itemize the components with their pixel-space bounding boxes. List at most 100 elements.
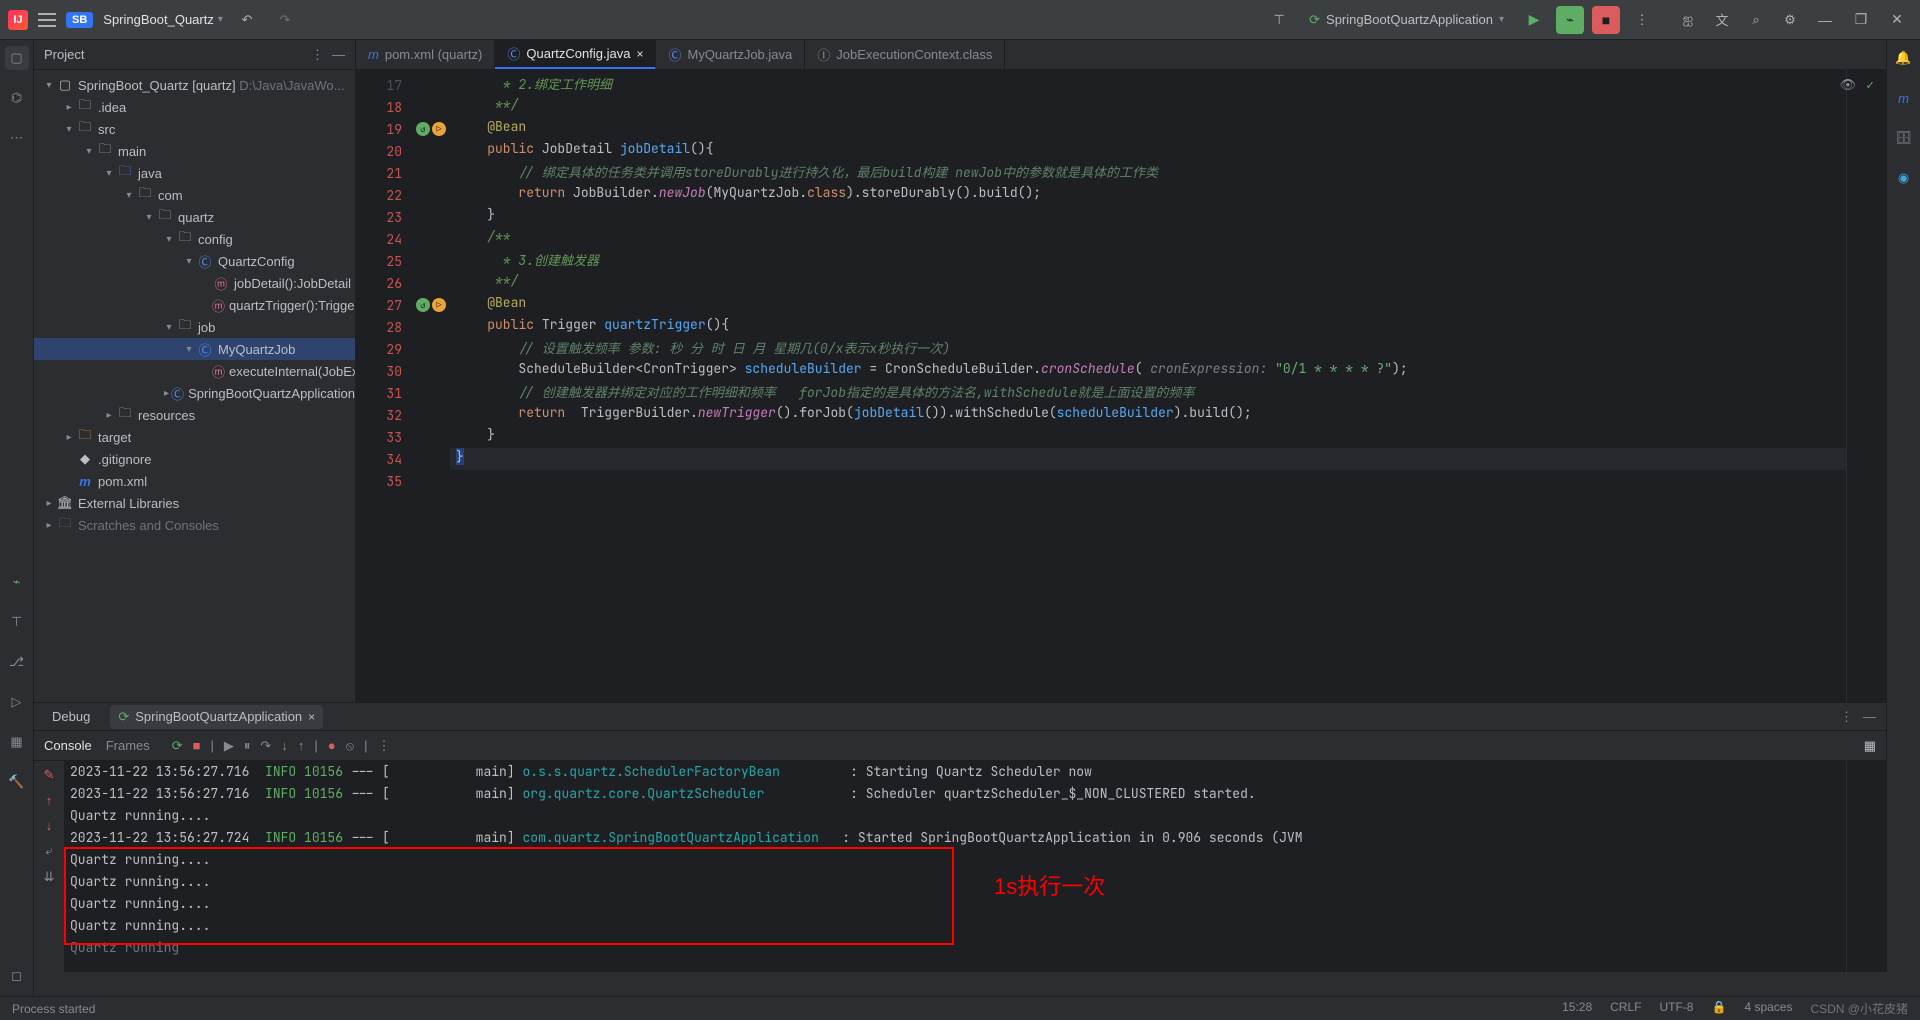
resume-icon[interactable]: ▶ [224, 738, 234, 754]
console-tab[interactable]: Console [44, 738, 92, 753]
tree-extlib[interactable]: ▸🏛External Libraries [34, 492, 355, 514]
structure-tool-icon[interactable]: ⌬ [5, 86, 29, 110]
close-icon[interactable]: × [636, 47, 643, 61]
panel-collapse-icon[interactable]: ⋮ [311, 47, 324, 63]
step-into-icon[interactable]: ↓ [281, 738, 288, 753]
search-icon[interactable]: ⌕ [1742, 6, 1770, 34]
debug-button[interactable]: ⌁ [1556, 6, 1584, 34]
build-icon[interactable]: 🔨 [5, 770, 29, 794]
project-selector[interactable]: SpringBoot_Quartz▾ [103, 12, 223, 27]
status-encoding[interactable]: UTF-8 [1659, 1000, 1693, 1017]
reader-mode-icon[interactable]: 👁 [1840, 76, 1857, 93]
wrap-icon[interactable]: ⤶ [45, 843, 52, 859]
tree-resources[interactable]: ▸🗀resources [34, 404, 355, 426]
tree-java[interactable]: ▾🗀java [34, 162, 355, 184]
git-icon[interactable]: ⎇ [5, 650, 29, 674]
minimize-button[interactable]: — [1810, 6, 1840, 34]
maven-icon[interactable]: m [1892, 86, 1916, 110]
run-button[interactable]: ▶ [1520, 6, 1548, 34]
redo-icon[interactable]: ↷ [271, 6, 299, 34]
tree-src[interactable]: ▾🗀src [34, 118, 355, 140]
undo-icon[interactable]: ↶ [233, 6, 261, 34]
services-icon[interactable]: ▦ [5, 730, 29, 754]
tree-scratches[interactable]: ▸🗀Scratches and Consoles [34, 514, 355, 536]
nav-gutter-icon[interactable]: ▷ [432, 122, 446, 136]
tab-pom[interactable]: mpom.xml (quartz) [356, 40, 495, 69]
tree-jobdetail[interactable]: ⓜjobDetail():JobDetail [34, 272, 355, 294]
debug-hide-icon[interactable]: — [1863, 709, 1876, 725]
gutter: 17181920212223242526272829303132333435 [356, 70, 416, 702]
rerun-icon[interactable]: ⟳ [172, 738, 183, 754]
code-editor[interactable]: 17181920212223242526272829303132333435 ↺… [356, 70, 1886, 702]
step-out-icon[interactable]: ↑ [298, 738, 305, 753]
tree-root[interactable]: ▾▢SpringBoot_Quartz [quartz] D:\Java\Jav… [34, 74, 355, 96]
tree-execinternal[interactable]: ⓜexecuteInternal(JobExe [34, 360, 355, 382]
more-icon[interactable]: ⋮ [1628, 6, 1656, 34]
up-icon[interactable]: ↑ [46, 793, 53, 808]
debug-session-tab[interactable]: ⟳SpringBootQuartzApplication× [110, 705, 323, 729]
minimap[interactable] [1846, 70, 1886, 702]
tree-quartz[interactable]: ▾🗀quartz [34, 206, 355, 228]
close-button[interactable]: ✕ [1882, 6, 1912, 34]
mute-bp-icon[interactable]: ⦸ [346, 738, 354, 754]
sep: | [364, 738, 367, 753]
stop-button[interactable]: ■ [1592, 6, 1620, 34]
stop-icon[interactable]: ■ [193, 738, 201, 753]
tab-jobctx[interactable]: ⒾJobExecutionContext.class [805, 40, 1005, 69]
notifications-icon[interactable]: 🔔 [1892, 46, 1916, 70]
tab-myquartzjob[interactable]: ⒸMyQuartzJob.java [656, 40, 805, 69]
project-tree[interactable]: ▾▢SpringBoot_Quartz [quartz] D:\Java\Jav… [34, 70, 355, 702]
right-tool-strip: 🔔 m 🗄 ◉ [1886, 40, 1920, 972]
tree-app[interactable]: ▸ⒸSpringBootQuartzApplication [34, 382, 355, 404]
scroll-icon[interactable]: ⇊ [44, 869, 55, 885]
main-menu-icon[interactable] [38, 13, 56, 27]
debug-tool-icon[interactable]: ⌁ [5, 570, 29, 594]
tree-job[interactable]: ▾🗀job [34, 316, 355, 338]
bean-gutter-icon[interactable]: ↺ [416, 122, 430, 136]
layout-icon[interactable]: ▦ [1864, 738, 1876, 754]
debug-more-icon[interactable]: ⋮ [1840, 709, 1853, 725]
inspection-ok-icon[interactable]: ✓ [1866, 76, 1874, 93]
bean-gutter-icon[interactable]: ↺ [416, 298, 430, 312]
problems-icon[interactable]: ◻ [5, 964, 29, 988]
breakpoints-icon[interactable]: ● [328, 738, 336, 753]
pause-icon[interactable]: ⏸ [244, 738, 251, 754]
tab-quartzconfig[interactable]: ⒸQuartzConfig.java× [495, 40, 656, 69]
tree-idea[interactable]: ▸🗀.idea [34, 96, 355, 118]
tree-quartztrigger[interactable]: ⓜquartzTrigger():Trigger [34, 294, 355, 316]
frames-tab[interactable]: Frames [106, 738, 150, 753]
ai-icon[interactable]: ◉ [1892, 166, 1916, 190]
more-tool-icon[interactable]: ⋯ [5, 126, 29, 150]
translate-icon[interactable]: 文 [1708, 6, 1736, 34]
scroll-end-icon[interactable]: ✎ [44, 767, 55, 783]
tree-com[interactable]: ▾🗀com [34, 184, 355, 206]
database-icon[interactable]: 🗄 [1892, 126, 1916, 150]
settings-icon[interactable]: ⚙ [1776, 6, 1804, 34]
tree-config[interactable]: ▾🗀config [34, 228, 355, 250]
step-over-icon[interactable]: ↷ [260, 738, 271, 754]
more-debug-icon[interactable]: ⋮ [377, 738, 390, 754]
tree-quartzconfig[interactable]: ▾ⒸQuartzConfig [34, 250, 355, 272]
debug-panel: Debug ⟳SpringBootQuartzApplication× ⋮ — … [34, 702, 1886, 972]
tree-target[interactable]: ▸🗀target [34, 426, 355, 448]
nav-gutter-icon[interactable]: ▷ [432, 298, 446, 312]
status-lock-icon[interactable]: 🔒 [1711, 1000, 1726, 1017]
tree-gitignore[interactable]: ◆.gitignore [34, 448, 355, 470]
bookmark-icon[interactable]: ⊤ [1265, 6, 1293, 34]
tree-main[interactable]: ▾🗀main [34, 140, 355, 162]
terminal-icon[interactable]: ⊤ [5, 610, 29, 634]
tree-pom[interactable]: mpom.xml [34, 470, 355, 492]
code-with-me-icon[interactable]: ஐ [1674, 6, 1702, 34]
console-minimap[interactable] [1846, 761, 1886, 972]
maximize-button[interactable]: ❐ [1846, 6, 1876, 34]
run-tool-icon[interactable]: ▷ [5, 690, 29, 714]
tree-myquartzjob[interactable]: ▾ⒸMyQuartzJob [34, 338, 355, 360]
left-bottom-strip: ⌁ ⊤ ⎇ ▷ ▦ 🔨 ◻ [0, 560, 34, 996]
status-crlf[interactable]: CRLF [1610, 1000, 1641, 1017]
down-icon[interactable]: ↓ [46, 818, 53, 833]
project-tool-icon[interactable]: ▢ [5, 46, 29, 70]
panel-hide-icon[interactable]: — [332, 47, 345, 63]
console-output[interactable]: 2023-11-22 13:56:27.716 INFO 10156 --- [… [64, 761, 1846, 972]
run-config-selector[interactable]: ⟳ SpringBootQuartzApplication ▾ [1301, 9, 1512, 31]
status-indent[interactable]: 4 spaces [1744, 1000, 1792, 1017]
